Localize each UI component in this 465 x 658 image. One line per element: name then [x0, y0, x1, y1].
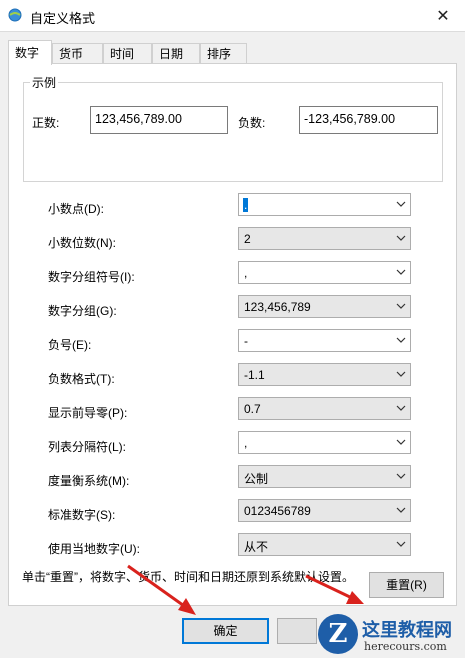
tab-number[interactable]: 数字 [8, 40, 52, 65]
measurement-system-value: 公制 [244, 472, 269, 486]
decimal-symbol-select[interactable]: . [238, 193, 411, 216]
native-digits-select[interactable]: 从不 [238, 533, 411, 556]
negative-sign-label: 负号(E): [48, 338, 92, 352]
digit-grouping-value: 123,456,789 [244, 300, 311, 314]
list-separator-value: , [244, 436, 248, 450]
chevron-down-icon [396, 371, 406, 377]
digit-grouping-select[interactable]: 123,456,789 [238, 295, 411, 318]
watermark-title: 这里教程网 [362, 620, 452, 641]
positive-sample: 123,456,789.00 [90, 106, 228, 134]
close-button[interactable]: ✕ [421, 0, 465, 31]
cancel-button[interactable] [277, 618, 317, 644]
digit-grouping-symbol-label: 数字分组符号(I): [48, 270, 135, 284]
globe-settings-icon [8, 8, 22, 22]
native-digits-value: 从不 [244, 540, 269, 554]
tab-currency[interactable]: 货币 [52, 43, 103, 63]
negative-format-value: -1.1 [244, 368, 265, 382]
chevron-down-icon [396, 201, 406, 207]
tab-time[interactable]: 时间 [103, 43, 152, 63]
negative-sign-select[interactable]: - [238, 329, 411, 352]
chevron-down-icon [396, 473, 406, 479]
leading-zero-select[interactable]: 0.7 [238, 397, 411, 420]
standard-digits-label: 标准数字(S): [48, 508, 116, 522]
chevron-down-icon [396, 405, 406, 411]
title-bar: 自定义格式 ✕ [0, 0, 465, 32]
chevron-down-icon [396, 303, 406, 309]
standard-digits-select[interactable]: 0123456789 [238, 499, 411, 522]
number-tab-panel: 示例 正数: 123,456,789.00 负数: -123,456,789.0… [8, 63, 457, 606]
reset-button[interactable]: 重置(R) [369, 572, 444, 598]
chevron-down-icon [396, 337, 406, 343]
watermark-logo: Z [318, 614, 358, 654]
sample-group-label: 示例 [30, 74, 59, 91]
chevron-down-icon [396, 541, 406, 547]
negative-format-label: 负数格式(T): [48, 372, 115, 386]
negative-sign-value: - [244, 334, 248, 348]
chevron-down-icon [396, 235, 406, 241]
ok-button[interactable]: 确定 [182, 618, 269, 644]
negative-sample: -123,456,789.00 [299, 106, 438, 134]
decimal-digits-select[interactable]: 2 [238, 227, 411, 250]
digit-grouping-label: 数字分组(G): [48, 304, 117, 318]
measurement-system-label: 度量衡系统(M): [48, 474, 130, 488]
negative-label: 负数: [238, 116, 266, 130]
tab-date[interactable]: 日期 [152, 43, 200, 63]
digit-grouping-symbol-value: , [244, 266, 248, 280]
list-separator-select[interactable]: , [238, 431, 411, 454]
chevron-down-icon [396, 507, 406, 513]
decimal-symbol-value: . [243, 198, 249, 212]
negative-format-select[interactable]: -1.1 [238, 363, 411, 386]
decimal-digits-value: 2 [244, 232, 251, 246]
leading-zero-value: 0.7 [244, 402, 261, 416]
digit-grouping-symbol-select[interactable]: , [238, 261, 411, 284]
list-separator-label: 列表分隔符(L): [48, 440, 127, 454]
native-digits-label: 使用当地数字(U): [48, 542, 140, 556]
close-icon: ✕ [436, 7, 450, 25]
measurement-system-select[interactable]: 公制 [238, 465, 411, 488]
window-title: 自定义格式 [30, 11, 96, 26]
watermark-url: herecours.com [364, 640, 447, 653]
tab-sort[interactable]: 排序 [200, 43, 247, 63]
sample-group: 示例 正数: 123,456,789.00 负数: -123,456,789.0… [23, 74, 443, 182]
chevron-down-icon [396, 439, 406, 445]
chevron-down-icon [396, 269, 406, 275]
leading-zero-label: 显示前导零(P): [48, 406, 128, 420]
decimal-symbol-label: 小数点(D): [48, 202, 104, 216]
reset-note: 单击“重置”，将数字、货币、时间和日期还原到系统默认设置。 [22, 570, 354, 584]
decimal-digits-label: 小数位数(N): [48, 236, 116, 250]
positive-label: 正数: [32, 116, 60, 130]
standard-digits-value: 0123456789 [244, 504, 311, 518]
watermark: Z 这里教程网 herecours.com [318, 612, 465, 658]
